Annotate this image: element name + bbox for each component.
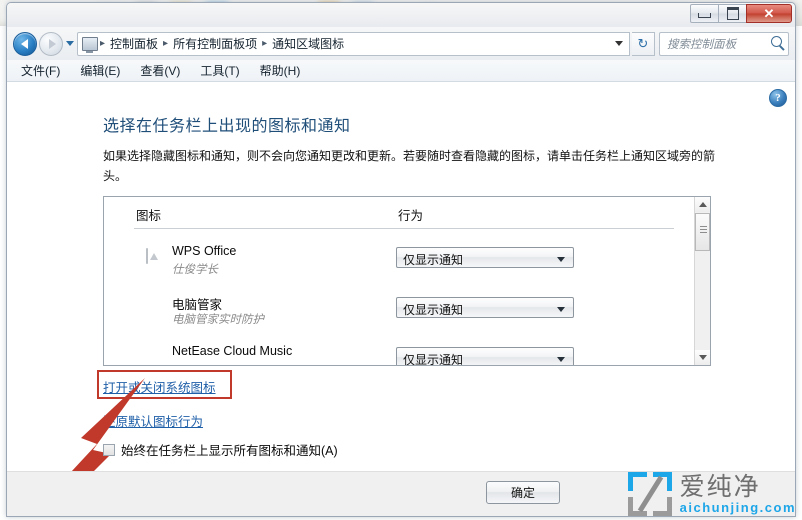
watermark-logo-icon [627,472,672,516]
watermark-text: 爱纯净 aichunjing.com [679,471,796,515]
forward-button[interactable] [39,31,63,56]
behavior-dropdown-value: 仅显示通知 [403,303,464,317]
address-bar-row: ▸ 控制面板 ▸ 所有控制面板项 ▸ 通知区域图标 ↻ 搜索控制面板 [7,27,795,60]
behavior-dropdown[interactable]: 仅显示通知 [396,247,574,268]
minimize-button[interactable] [690,4,719,23]
menu-item-tools[interactable]: 工具(T) [200,60,250,81]
chevron-down-icon[interactable] [615,40,623,46]
list-item-subtitle: 电脑管家实时防护 [172,314,264,326]
arrow-right-icon [48,38,56,49]
netease-cloud-music-icon [146,349,162,365]
header-divider [134,228,674,229]
close-button[interactable]: ✕ [746,4,792,23]
chevron-down-icon [557,257,565,262]
breadcrumb-item-control-panel[interactable]: 控制面板 [107,34,161,54]
menu-bar: 文件(F) 编辑(E) 查看(V) 工具(T) 帮助(H) [7,60,795,82]
list-item-name: NetEase Cloud Music [172,344,293,358]
link-restore-default-behavior[interactable]: 还原默认图标行为 [103,411,203,430]
arrow-left-icon [20,38,28,49]
table-row[interactable]: 电脑管家 电脑管家实时防护 仅显示通知 [104,287,696,333]
close-icon: ✕ [763,5,775,21]
watermark-en-text: aichunjing.com [679,499,796,515]
breadcrumb[interactable]: ▸ 控制面板 ▸ 所有控制面板项 ▸ 通知区域图标 [77,31,630,56]
watermark-cn-text: 爱纯净 [679,471,761,501]
list-scrollbar[interactable] [694,197,710,365]
behavior-dropdown-value: 仅显示通知 [403,253,464,267]
window-controls: ✕ [690,4,792,24]
refresh-icon: ↻ [637,35,649,51]
page-description: 如果选择隐藏图标和通知，则不会向您通知更改和更新。若要随时查看隐藏的图标，请单击… [103,149,716,183]
ok-button[interactable]: 确定 [486,481,560,504]
menu-item-edit[interactable]: 编辑(E) [80,60,131,81]
breadcrumb-item-notification-icons[interactable]: 通知区域图标 [269,34,347,54]
menu-item-file[interactable]: 文件(F) [21,60,71,81]
search-input[interactable]: 搜索控制面板 [659,31,789,56]
help-icon-label: ? [775,92,781,104]
list-item-subtitle: 仕俊学长 [172,264,218,276]
help-icon[interactable]: ? [769,89,787,107]
window-titlebar[interactable]: ✕ [7,3,795,27]
breadcrumb-separator: ▸ [163,38,169,49]
scroll-up-button[interactable] [695,197,710,212]
history-dropdown-button[interactable] [63,32,76,56]
scroll-down-button[interactable] [695,350,710,365]
chevron-down-icon [65,41,74,46]
maximize-button[interactable] [718,4,747,23]
behavior-dropdown[interactable]: 仅显示通知 [396,297,574,318]
behavior-dropdown[interactable]: 仅显示通知 [396,347,574,366]
page-title: 选择在任务栏上出现的图标和通知 [103,118,351,135]
breadcrumb-separator: ▸ [262,38,268,49]
computer-icon [82,36,98,53]
triangle-down-icon [698,355,707,360]
ok-button-label: 确定 [510,486,535,500]
control-panel-window: ✕ ▸ 控制面板 ▸ 所有控制面板项 ▸ 通知区域图标 ↻ 搜索控制面板 文件(… [6,2,796,517]
search-icon [771,35,782,47]
scrollbar-thumb[interactable] [695,213,710,251]
refresh-button[interactable]: ↻ [632,31,655,56]
triangle-up-icon [698,202,707,207]
checkbox-label: 始终在任务栏上显示所有图标和通知(A) [121,444,338,458]
breadcrumb-item-all-items[interactable]: 所有控制面板项 [170,34,260,54]
chevron-down-icon [557,357,565,362]
search-placeholder: 搜索控制面板 [667,38,736,51]
minimize-icon [698,13,711,18]
checkbox-box[interactable] [103,443,115,456]
list-item-name: WPS Office [172,244,237,258]
notification-icons-list-panel: 图标 行为 WPS Office 仕俊学长 仅显示通知 电脑管家 电脑管家实时防… [103,196,711,366]
back-button[interactable] [13,31,37,56]
menu-item-view[interactable]: 查看(V) [140,60,191,81]
breadcrumb-separator: ▸ [100,38,106,49]
table-row[interactable]: WPS Office 仕俊学长 仅显示通知 [104,237,696,283]
table-row[interactable]: NetEase Cloud Music 仅显示通知 [104,337,696,366]
pc-manager-shield-icon [146,299,162,315]
watermark: 爱纯净 aichunjing.com [627,471,796,516]
content-area: ? 选择在任务栏上出现的图标和通知 如果选择隐藏图标和通知，则不会向您通知更改和… [7,82,795,516]
checkbox-always-show-all[interactable]: 始终在任务栏上显示所有图标和通知(A) [103,440,338,459]
behavior-dropdown-value: 仅显示通知 [403,353,464,366]
annotation-highlight-box [97,370,232,399]
wps-office-icon [146,248,162,265]
column-header-behavior: 行为 [398,209,424,223]
chevron-down-icon [557,307,565,312]
column-header-icon: 图标 [136,209,162,223]
menu-item-help[interactable]: 帮助(H) [260,60,312,81]
maximize-icon [726,7,739,20]
list-header: 图标 行为 [104,197,696,229]
